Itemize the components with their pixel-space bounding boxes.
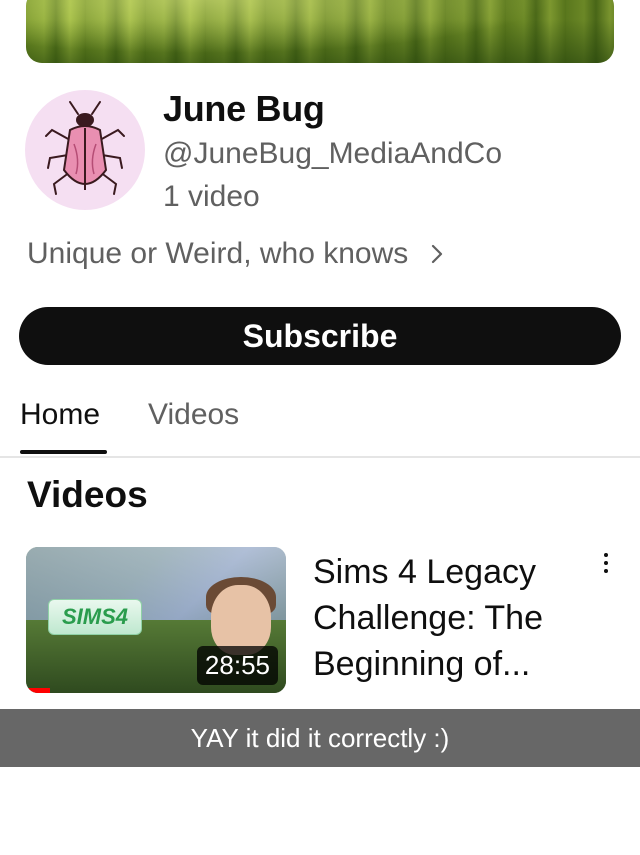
section-title: Videos — [27, 474, 148, 515]
beetle-icon — [45, 101, 125, 195]
channel-avatar[interactable] — [25, 90, 145, 210]
channel-description[interactable]: Unique or Weird, who knows — [27, 237, 448, 271]
channel-tabs: Home Videos — [0, 392, 640, 458]
tab-videos[interactable]: Videos — [148, 398, 239, 432]
thumbnail-person-face — [211, 585, 271, 655]
channel-description-text: Unique or Weird, who knows — [27, 237, 409, 270]
subscribe-button[interactable]: Subscribe — [19, 307, 621, 365]
tab-home[interactable]: Home — [20, 398, 100, 432]
channel-name: June Bug — [163, 88, 325, 129]
video-duration-badge: 28:55 — [196, 646, 278, 685]
channel-handle: @JuneBug_MediaAndCo — [163, 137, 503, 170]
video-title[interactable]: Sims 4 Legacy Challenge: The Beginning o… — [313, 549, 583, 687]
chevron-right-icon — [432, 244, 443, 264]
watch-progress-bar — [26, 688, 50, 693]
video-thumbnail[interactable]: SIMS4 28:55 — [26, 547, 286, 693]
channel-banner — [26, 0, 614, 63]
sims4-logo: SIMS4 — [48, 599, 142, 635]
more-vertical-icon[interactable] — [596, 553, 616, 583]
caption-overlay: YAY it did it correctly :) — [0, 709, 640, 767]
channel-video-count: 1 video — [163, 180, 260, 213]
active-tab-indicator — [20, 450, 107, 454]
